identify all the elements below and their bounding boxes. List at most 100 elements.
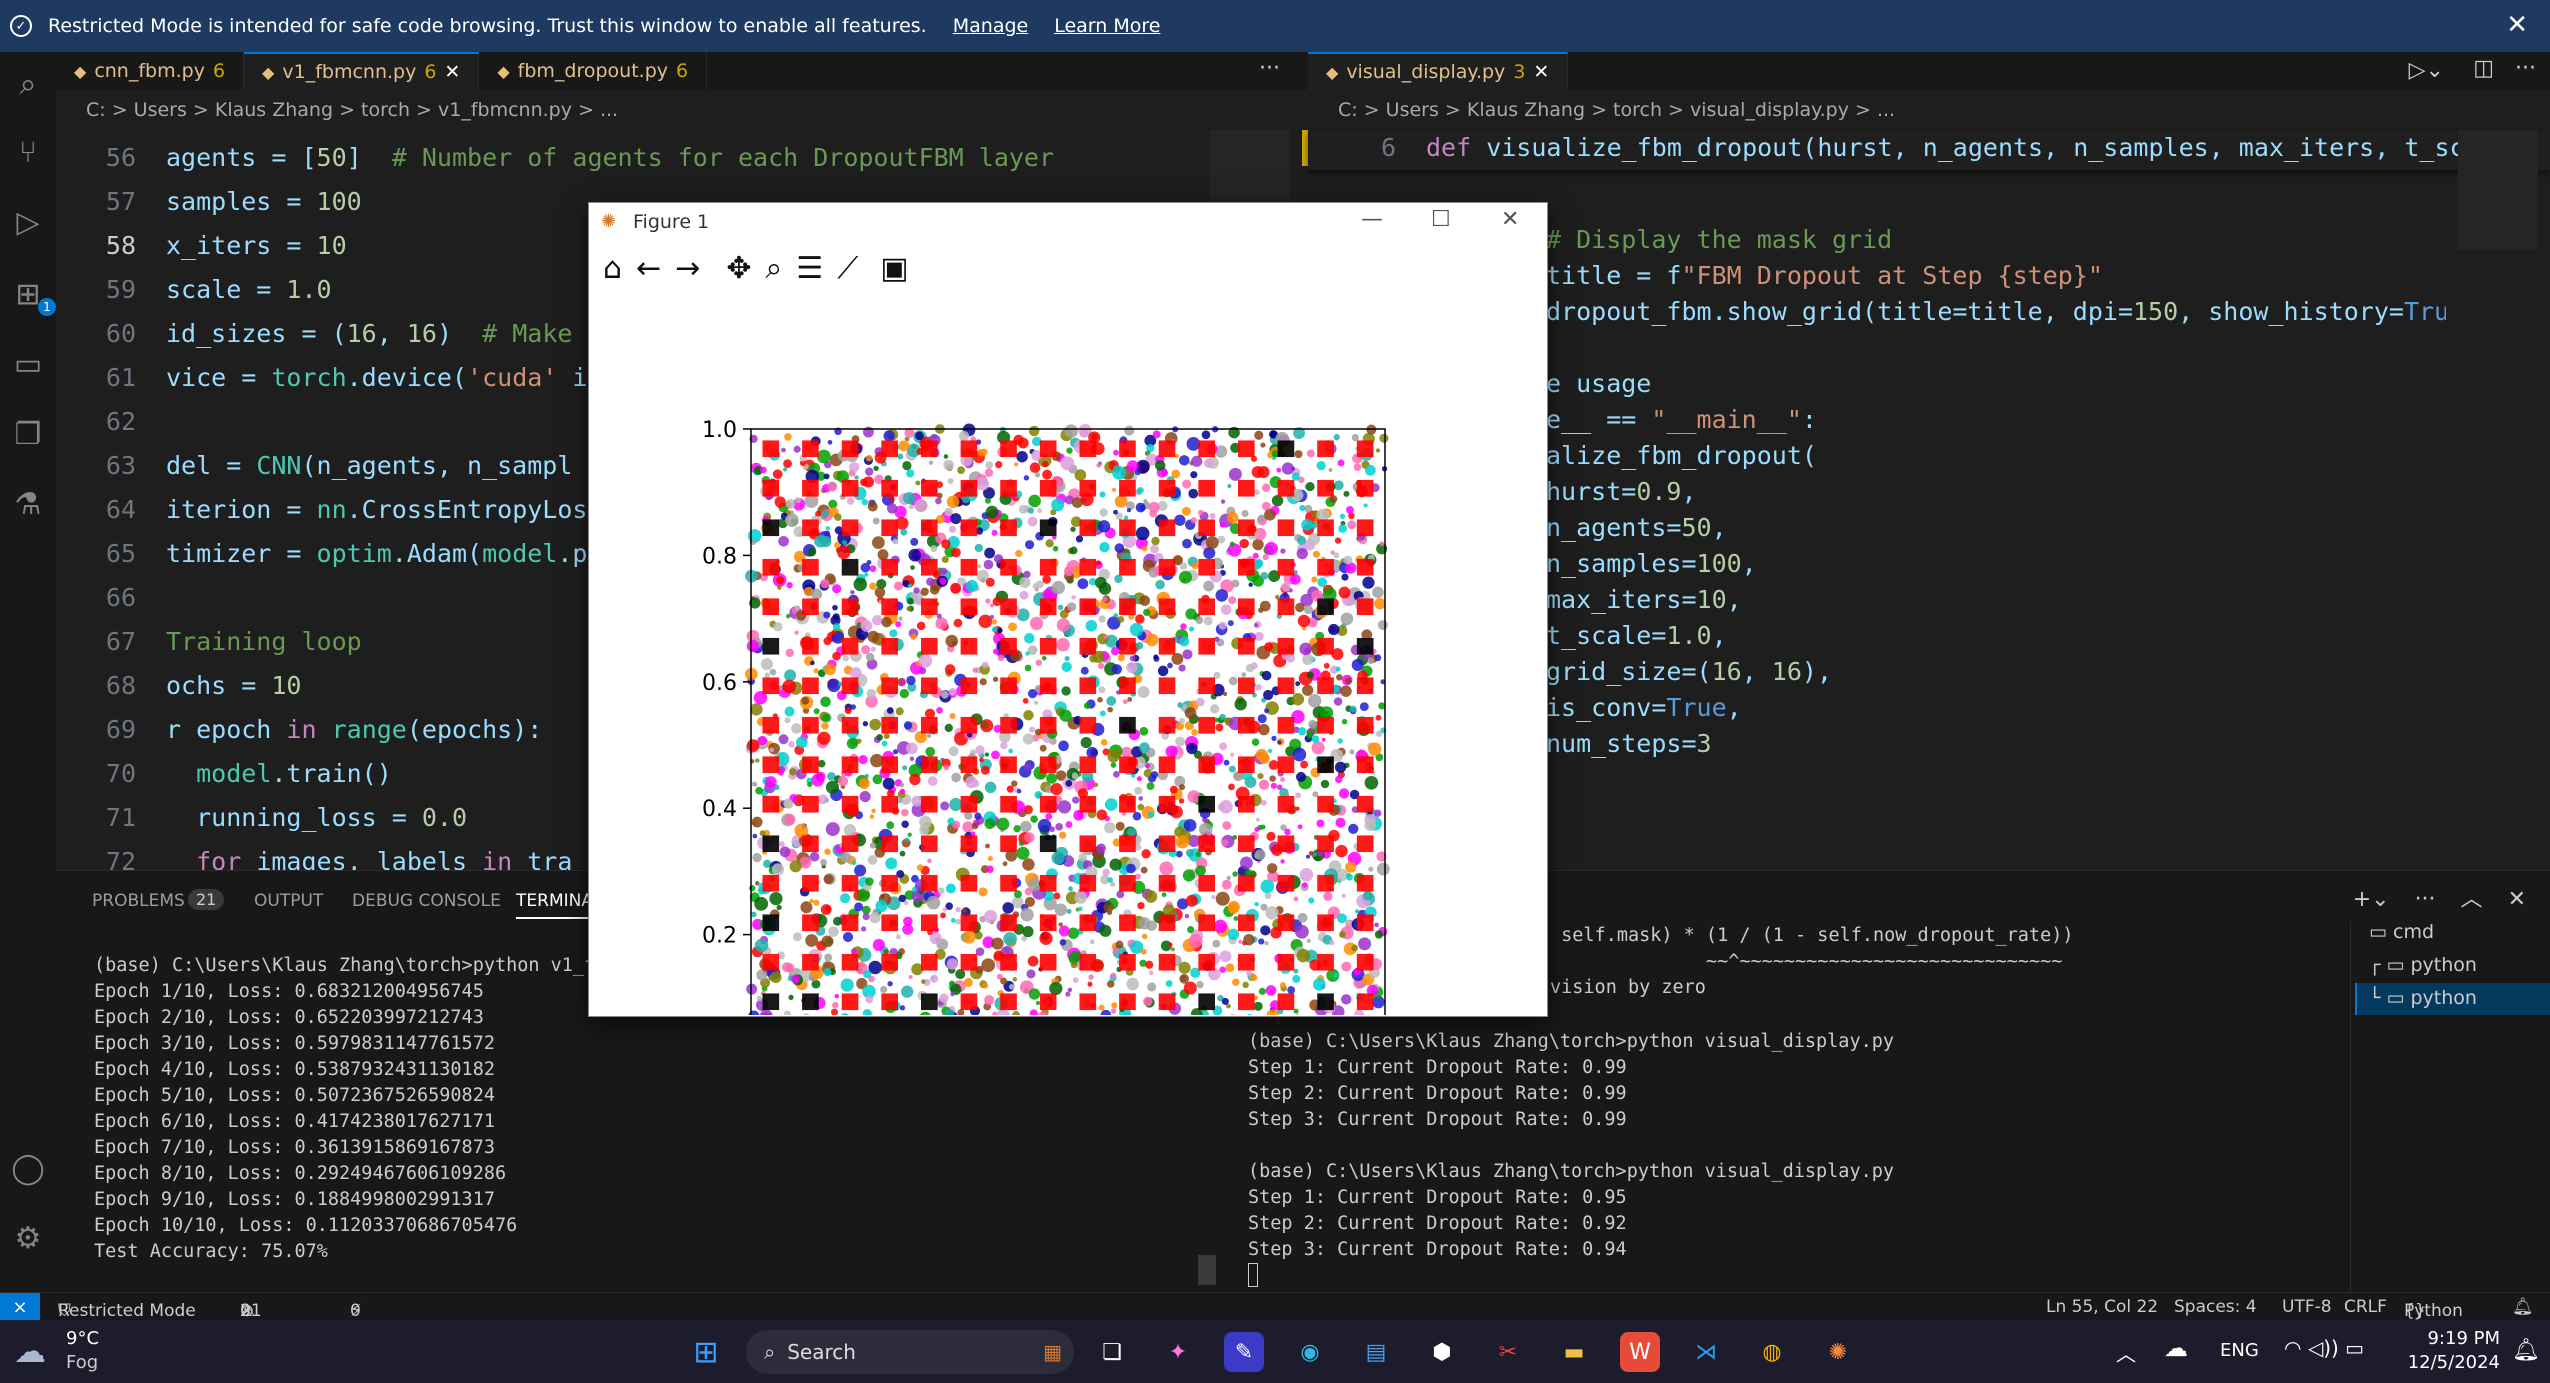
explorer-search-icon[interactable]: ⌕ — [8, 64, 48, 104]
close-panel-icon[interactable]: ✕ — [2508, 887, 2526, 912]
settings-gear-icon[interactable]: ⚙ — [8, 1218, 48, 1258]
clock-time[interactable]: 9:19 PM — [2400, 1328, 2500, 1349]
encoding[interactable]: UTF-8 — [2282, 1297, 2332, 1317]
vscode-icon[interactable]: ⋊ — [1686, 1332, 1726, 1372]
right-breadcrumb[interactable]: C: > Users > Klaus Zhang > torch > visua… — [1308, 90, 2550, 130]
right-code-editor[interactable]: # Display the mask grid title = f"FBM Dro… — [1546, 222, 2446, 762]
right-minimap[interactable] — [2458, 130, 2538, 250]
account-icon[interactable]: ◯ — [8, 1148, 48, 1188]
more-actions-icon[interactable]: ··· — [1259, 56, 1280, 81]
source-control-icon[interactable]: ⑂ — [8, 132, 48, 172]
scatter-plot[interactable]: 0.00.20.40.60.81.00.00.20.40.60.81.0 — [589, 303, 1547, 1015]
cursor-position[interactable]: Ln 55, Col 22 — [2046, 1297, 2158, 1317]
windows-start-icon[interactable]: ⊞ — [686, 1332, 726, 1372]
chrome-icon[interactable]: ◍ — [1752, 1332, 1792, 1372]
testing-icon[interactable]: ⚗ — [8, 484, 48, 524]
more-actions-icon[interactable]: ··· — [2515, 56, 2536, 81]
indentation[interactable]: Spaces: 4 — [2174, 1297, 2257, 1317]
tab-v1-fbmcnn[interactable]: ◆ v1_fbmcnn.py 6 ✕ — [244, 52, 480, 90]
left-breadcrumb[interactable]: C: > Users > Klaus Zhang > torch > v1_fb… — [56, 90, 1308, 130]
tab-fbm-dropout[interactable]: ◆ fbm_dropout.py 6 — [479, 52, 708, 90]
left-terminal-output[interactable]: (base) C:\Users\Klaus Zhang\torch>python… — [94, 953, 595, 1265]
tab-problems[interactable]: PROBLEMS — [92, 891, 185, 911]
wps-office-icon[interactable]: W — [1620, 1332, 1660, 1372]
zoom-icon[interactable]: ⌕ — [765, 251, 782, 295]
remote-explorer-icon[interactable]: ▭ — [8, 344, 48, 384]
line-ending[interactable]: CRLF — [2344, 1297, 2387, 1317]
tab-terminal[interactable]: TERMINA — [516, 891, 593, 919]
notifications-bell-icon[interactable]: 🔔︎ — [2512, 1297, 2534, 1317]
pan-icon[interactable]: ✥ — [726, 251, 751, 295]
copy-icon[interactable]: ❐ — [8, 414, 48, 454]
file-explorer-icon[interactable]: ▬ — [1554, 1332, 1594, 1372]
learn-more-link[interactable]: Learn More — [1054, 15, 1160, 37]
home-icon[interactable]: ⌂ — [603, 251, 622, 295]
back-arrow-icon[interactable]: ← — [636, 251, 661, 295]
save-icon[interactable]: ▣ — [880, 251, 908, 295]
notifications-bell-icon[interactable]: 🔔︎ — [2512, 1338, 2540, 1363]
close-icon[interactable]: ✕ — [2506, 10, 2528, 40]
scatter-point — [1138, 796, 1144, 801]
mask-cell-marker — [1198, 598, 1216, 616]
close-tab-icon[interactable]: ✕ — [444, 61, 460, 83]
run-debug-icon[interactable]: ▷ — [8, 202, 48, 242]
mask-cell-marker — [1277, 598, 1295, 616]
tab-debug-console[interactable]: DEBUG CONSOLE — [352, 891, 501, 911]
right-terminal-error[interactable]: self.mask) * (1 / (1 - self.now_dropout_… — [1550, 923, 2073, 1001]
split-editor-icon[interactable]: ◫ — [2473, 56, 2494, 81]
maximize-panel-icon[interactable]: ︿ — [2461, 887, 2483, 912]
banner-message: Restricted Mode is intended for safe cod… — [48, 15, 927, 37]
close-tab-icon[interactable]: ✕ — [1533, 61, 1549, 83]
scatter-point — [1227, 928, 1240, 940]
add-terminal-icon[interactable]: +⌄ — [2353, 887, 2390, 912]
snipping-tool-icon[interactable]: ✂ — [1488, 1332, 1528, 1372]
language-indicator[interactable]: ENG — [2220, 1340, 2259, 1361]
maximize-icon[interactable]: ☐ — [1431, 207, 1451, 232]
close-icon[interactable]: ✕ — [1501, 207, 1519, 232]
manage-link[interactable]: Manage — [953, 15, 1028, 37]
scatter-point — [1024, 896, 1036, 907]
extensions-icon[interactable]: ⊞ 1 — [8, 274, 56, 316]
edge-icon[interactable]: ◉ — [1290, 1332, 1330, 1372]
sticky-scroll[interactable]: 6 def visualize_fbm_dropout(hurst, n_age… — [1308, 130, 2550, 170]
dropped-cell-marker — [802, 993, 819, 1011]
github-icon[interactable]: ⬢ — [1422, 1332, 1462, 1372]
show-hidden-icons[interactable]: ︿ — [2116, 1338, 2136, 1367]
copilot-icon[interactable]: ✦ — [1158, 1332, 1198, 1372]
right-terminal-output[interactable]: (base) C:\Users\Klaus Zhang\torch>python… — [1248, 1029, 1894, 1263]
scatter-point — [1080, 737, 1092, 749]
remote-icon[interactable]: ⨯ — [0, 1293, 40, 1321]
weather-desc[interactable]: Fog — [66, 1352, 98, 1373]
terminal-item-python[interactable]: ┌ ▭ python — [2369, 954, 2477, 976]
taskbar-search[interactable]: ⌕ Search ▦ — [746, 1330, 1074, 1374]
tab-visual-display[interactable]: ◆ visual_display.py 3 ✕ — [1308, 52, 1569, 90]
task-view-icon[interactable]: ❏ — [1092, 1332, 1132, 1372]
terminal-item-cmd[interactable]: ▭ cmd — [2369, 921, 2434, 943]
minimize-icon[interactable]: — — [1361, 207, 1383, 232]
configure-icon[interactable]: ☰ — [796, 251, 823, 295]
scatter-point — [1071, 595, 1076, 600]
mask-cell-marker — [802, 598, 819, 616]
pen-app-icon[interactable]: ✎ — [1224, 1332, 1264, 1372]
scatter-point — [926, 895, 941, 910]
terminal-scrollbar[interactable] — [1198, 1255, 1216, 1285]
code-line: vice = torch.device('cuda' i — [166, 363, 588, 392]
tab-output[interactable]: OUTPUT — [254, 891, 323, 911]
scatter-point — [953, 618, 963, 628]
clock-date[interactable]: 12/5/2024 — [2380, 1352, 2500, 1373]
terminal-item-python-2[interactable]: └ ▭ python — [2369, 987, 2477, 1009]
mask-cell-marker — [1119, 558, 1136, 576]
run-file-icon[interactable]: ▷⌄ — [2409, 58, 2444, 83]
forward-arrow-icon[interactable]: → — [675, 251, 700, 295]
system-tray-icons[interactable]: ◠ ◁)) ▭ — [2284, 1336, 2364, 1360]
store-icon[interactable]: ▤ — [1356, 1332, 1396, 1372]
edit-axis-icon[interactable]: ⟋ — [837, 251, 858, 295]
scatter-point — [939, 577, 947, 585]
weather-temp[interactable]: 9°C — [66, 1328, 99, 1349]
mask-cell-marker — [1277, 835, 1295, 853]
matplotlib-taskbar-icon[interactable]: ✺ — [1818, 1332, 1858, 1372]
onedrive-icon[interactable]: ☁ — [2164, 1334, 2188, 1362]
more-actions-icon[interactable]: ··· — [2415, 887, 2436, 912]
tab-cnn-fbm[interactable]: ◆ cnn_fbm.py 6 — [56, 52, 245, 90]
scatter-point — [1025, 651, 1030, 656]
